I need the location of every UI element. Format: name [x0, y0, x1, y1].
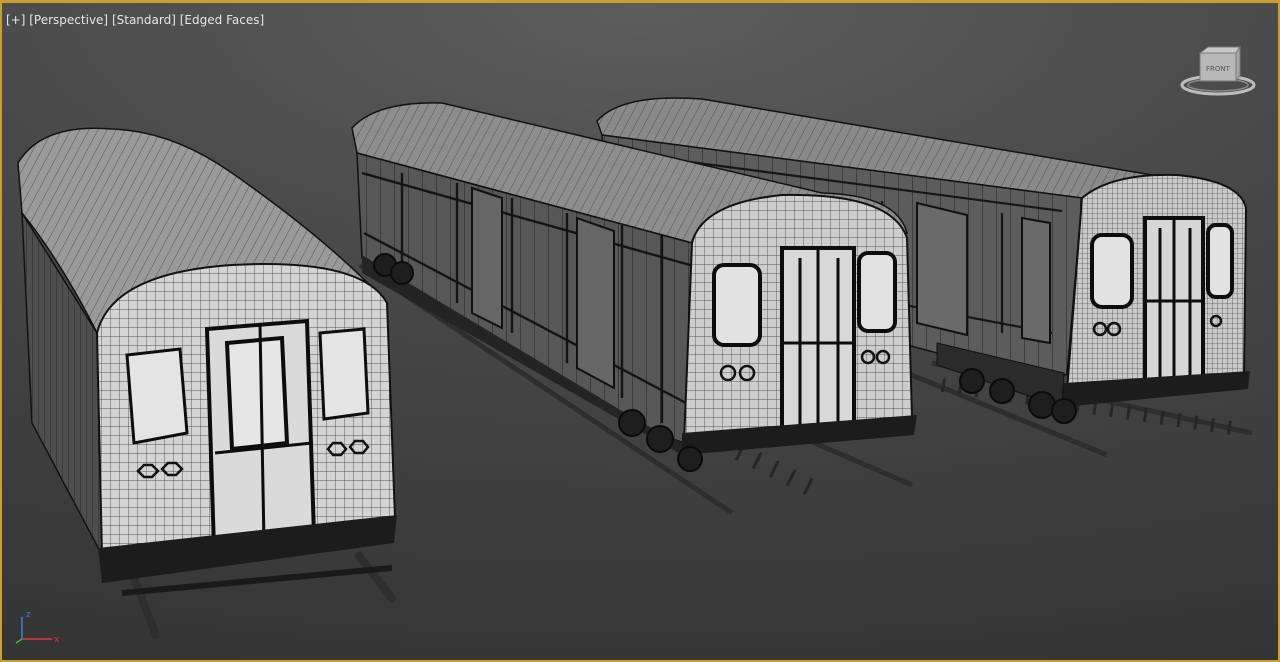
axis-x-label: x — [54, 635, 60, 645]
viewport-label-menu: [+] [Perspective] [Standard] [Edged Face… — [6, 13, 264, 27]
viewport-menu-edged-faces[interactable]: [Edged Faces] — [180, 13, 264, 27]
viewcube-face-label: FRONT — [1206, 65, 1231, 73]
viewport-menu-shading[interactable]: [Standard] — [112, 13, 176, 27]
axis-tripod-icon: z x — [15, 610, 60, 645]
viewport-perspective[interactable]: [+] [Perspective] [Standard] [Edged Face… — [0, 0, 1280, 662]
axis-z-label: z — [26, 610, 31, 620]
viewport-menu-plus[interactable]: [+] — [6, 13, 25, 27]
subway-car-front-left[interactable] — [17, 127, 398, 640]
scene-canvas[interactable] — [2, 3, 1280, 662]
viewcube-icon[interactable]: FRONT — [1178, 41, 1258, 101]
viewport-menu-view[interactable]: [Perspective] — [29, 13, 108, 27]
